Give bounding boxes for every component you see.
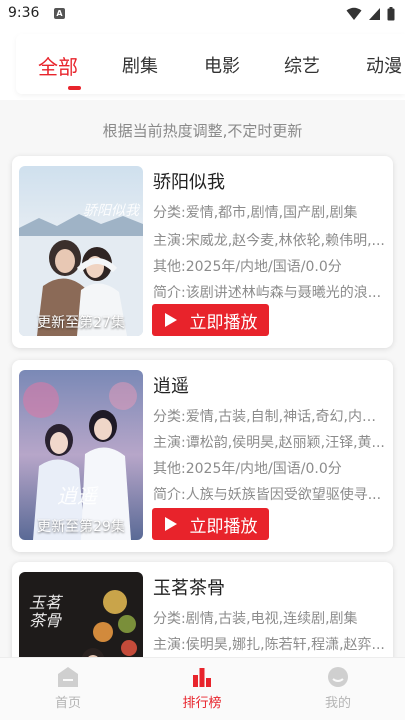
item-intro: 简介:该剧讲述林屿森与聂曦光的浪...: [153, 285, 382, 301]
status-bar: 9:36 A: [0, 0, 405, 28]
category-tabs: 全部 剧集 电影 综艺 动漫: [16, 34, 405, 94]
app-notification-icon: A: [54, 8, 65, 19]
poster-title-art: 玉茗茶骨: [29, 593, 62, 630]
active-tab-indicator: [68, 86, 81, 90]
nav-home-label: 首页: [54, 696, 81, 711]
episode-update-label: 更新至第27集: [37, 315, 125, 331]
play-now-label: 立即播放: [189, 312, 258, 333]
item-intro: 简介:人族与妖族皆因受欲望驱使寻...: [153, 487, 382, 503]
play-now-button[interactable]: 立即播放: [152, 508, 269, 540]
ranking-list[interactable]: 根据当前热度调整,不定时更新 骄阳似我 更新至第27集 骄阳似我 分类:爱情,都…: [0, 100, 405, 657]
item-title[interactable]: 骄阳似我: [153, 168, 225, 194]
play-icon: [164, 313, 177, 327]
nav-ranking-label: 排行榜: [182, 696, 222, 711]
item-info: 其他:2025年/内地/国语/0.0分: [153, 259, 342, 275]
play-now-label: 立即播放: [189, 516, 258, 537]
item-cast: 主演:宋威龙,赵今麦,林依轮,赖伟明,...: [153, 233, 385, 249]
item-cast: 主演:侯明昊,娜扎,陈若轩,程潇,赵弈...: [153, 637, 385, 653]
profile-icon: [328, 667, 348, 687]
list-item[interactable]: 逍遥 更新至第29集 逍遥 分类:爱情,古装,自制,神话,奇幻,内地... 主演…: [12, 360, 393, 552]
status-indicators: [346, 6, 395, 22]
battery-icon: [387, 7, 395, 21]
nav-profile[interactable]: 我的: [298, 666, 378, 711]
item-title[interactable]: 玉茗茶骨: [153, 574, 225, 600]
item-title[interactable]: 逍遥: [153, 372, 189, 398]
status-time: 9:36: [8, 5, 40, 21]
item-cast: 主演:谭松韵,侯明昊,赵丽颖,汪铎,黄...: [153, 435, 385, 451]
tab-variety[interactable]: 综艺: [284, 52, 320, 78]
update-notice: 根据当前热度调整,不定时更新: [102, 122, 303, 140]
nav-profile-label: 我的: [324, 696, 351, 711]
tab-anime[interactable]: 动漫: [366, 52, 402, 78]
tab-all[interactable]: 全部: [38, 51, 78, 80]
poster-art: [19, 166, 143, 336]
episode-update-label: 更新至第29集: [37, 519, 125, 535]
list-item[interactable]: 骄阳似我 更新至第27集 骄阳似我 分类:爱情,都市,剧情,国产剧,剧集 主演:…: [12, 156, 393, 348]
poster-image[interactable]: 玉茗茶骨: [19, 572, 143, 657]
item-category: 分类:爱情,古装,自制,神话,奇幻,内地...: [153, 409, 389, 425]
item-info: 其他:2025年/内地/国语/0.0分: [153, 461, 342, 477]
ranking-icon: [193, 668, 211, 687]
play-now-button[interactable]: 立即播放: [152, 304, 269, 336]
play-icon: [164, 517, 177, 531]
poster-title-art: 逍遥: [57, 484, 97, 508]
bottom-navigation: 首页 排行榜 我的: [0, 657, 405, 720]
poster-image[interactable]: 逍遥 更新至第29集: [19, 370, 143, 540]
poster-image[interactable]: 骄阳似我 更新至第27集: [19, 166, 143, 336]
list-item[interactable]: 玉茗茶骨 玉茗茶骨 分类:剧情,古装,电视,连续剧,剧集 主演:侯明昊,娜扎,陈…: [12, 562, 393, 657]
category-tabs-area: 全部 剧集 电影 综艺 动漫: [0, 28, 405, 100]
item-category: 分类:剧情,古装,电视,连续剧,剧集: [153, 611, 358, 627]
nav-home[interactable]: 首页: [28, 666, 108, 711]
signal-icon: [369, 8, 380, 20]
poster-title-art: 骄阳似我: [83, 203, 139, 219]
tab-movies[interactable]: 电影: [204, 52, 240, 78]
nav-ranking[interactable]: 排行榜: [162, 666, 242, 711]
item-category: 分类:爱情,都市,剧情,国产剧,剧集: [153, 205, 358, 221]
wifi-icon: [346, 7, 362, 20]
home-icon: [58, 667, 78, 687]
poster-art: [19, 370, 143, 540]
tab-series[interactable]: 剧集: [122, 52, 158, 78]
